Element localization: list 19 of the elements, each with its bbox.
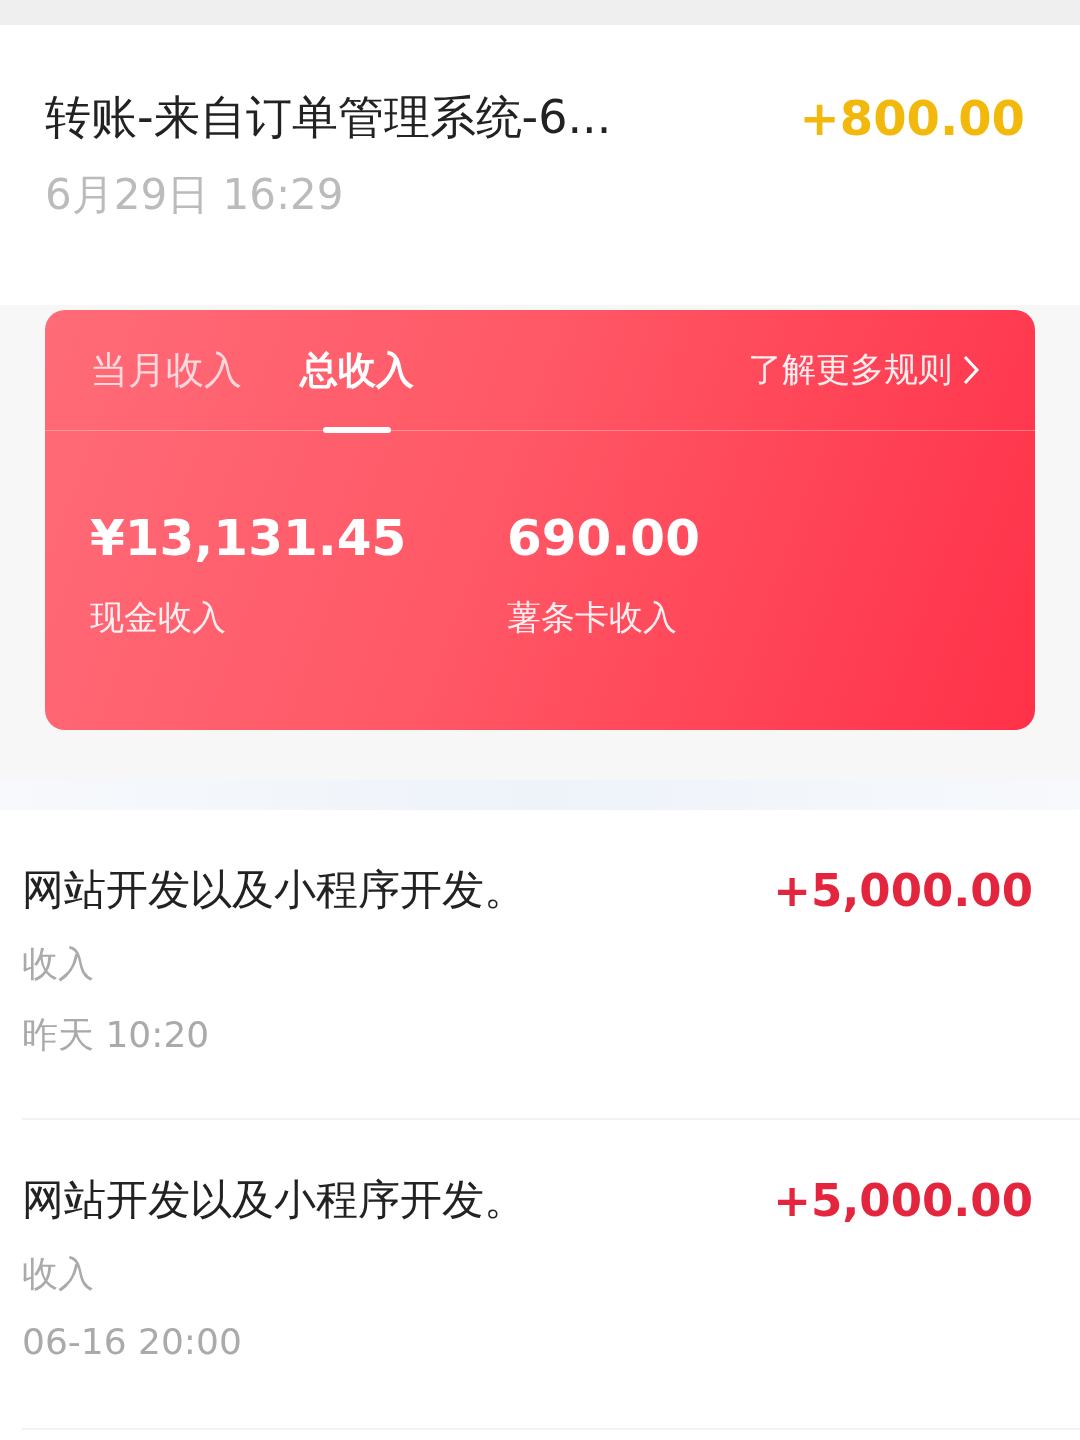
transaction-type: 收入: [22, 943, 94, 984]
income-tab[interactable]: 总收入: [300, 307, 414, 433]
stat-label: 薯条卡收入: [507, 596, 677, 639]
rules-link[interactable]: 了解更多规则: [748, 347, 980, 393]
transaction-time: 06-16 20:00: [22, 1321, 242, 1362]
stat-label: 现金收入: [90, 596, 226, 639]
transaction-amount: +5,000.00: [773, 863, 1033, 917]
transaction-time: 昨天 10:20: [22, 1014, 210, 1055]
transaction-type: 收入: [22, 1253, 94, 1294]
transaction-title: 网站开发以及小程序开发。: [22, 864, 526, 916]
transaction-title: 网站开发以及小程序开发。: [22, 1174, 526, 1226]
transaction-amount: +5,000.00: [773, 1173, 1033, 1227]
chevron-right-icon: [962, 354, 980, 386]
transaction-amount: +800.00: [799, 90, 1025, 146]
transaction-time: 6月29日 16:29: [45, 169, 344, 221]
transaction-title: 转账-来自订单管理系统-6...: [45, 89, 612, 146]
income-tab[interactable]: 当月收入: [90, 307, 242, 433]
stat-value: 690.00: [507, 509, 700, 567]
stat-value: ¥13,131.45: [90, 509, 407, 567]
